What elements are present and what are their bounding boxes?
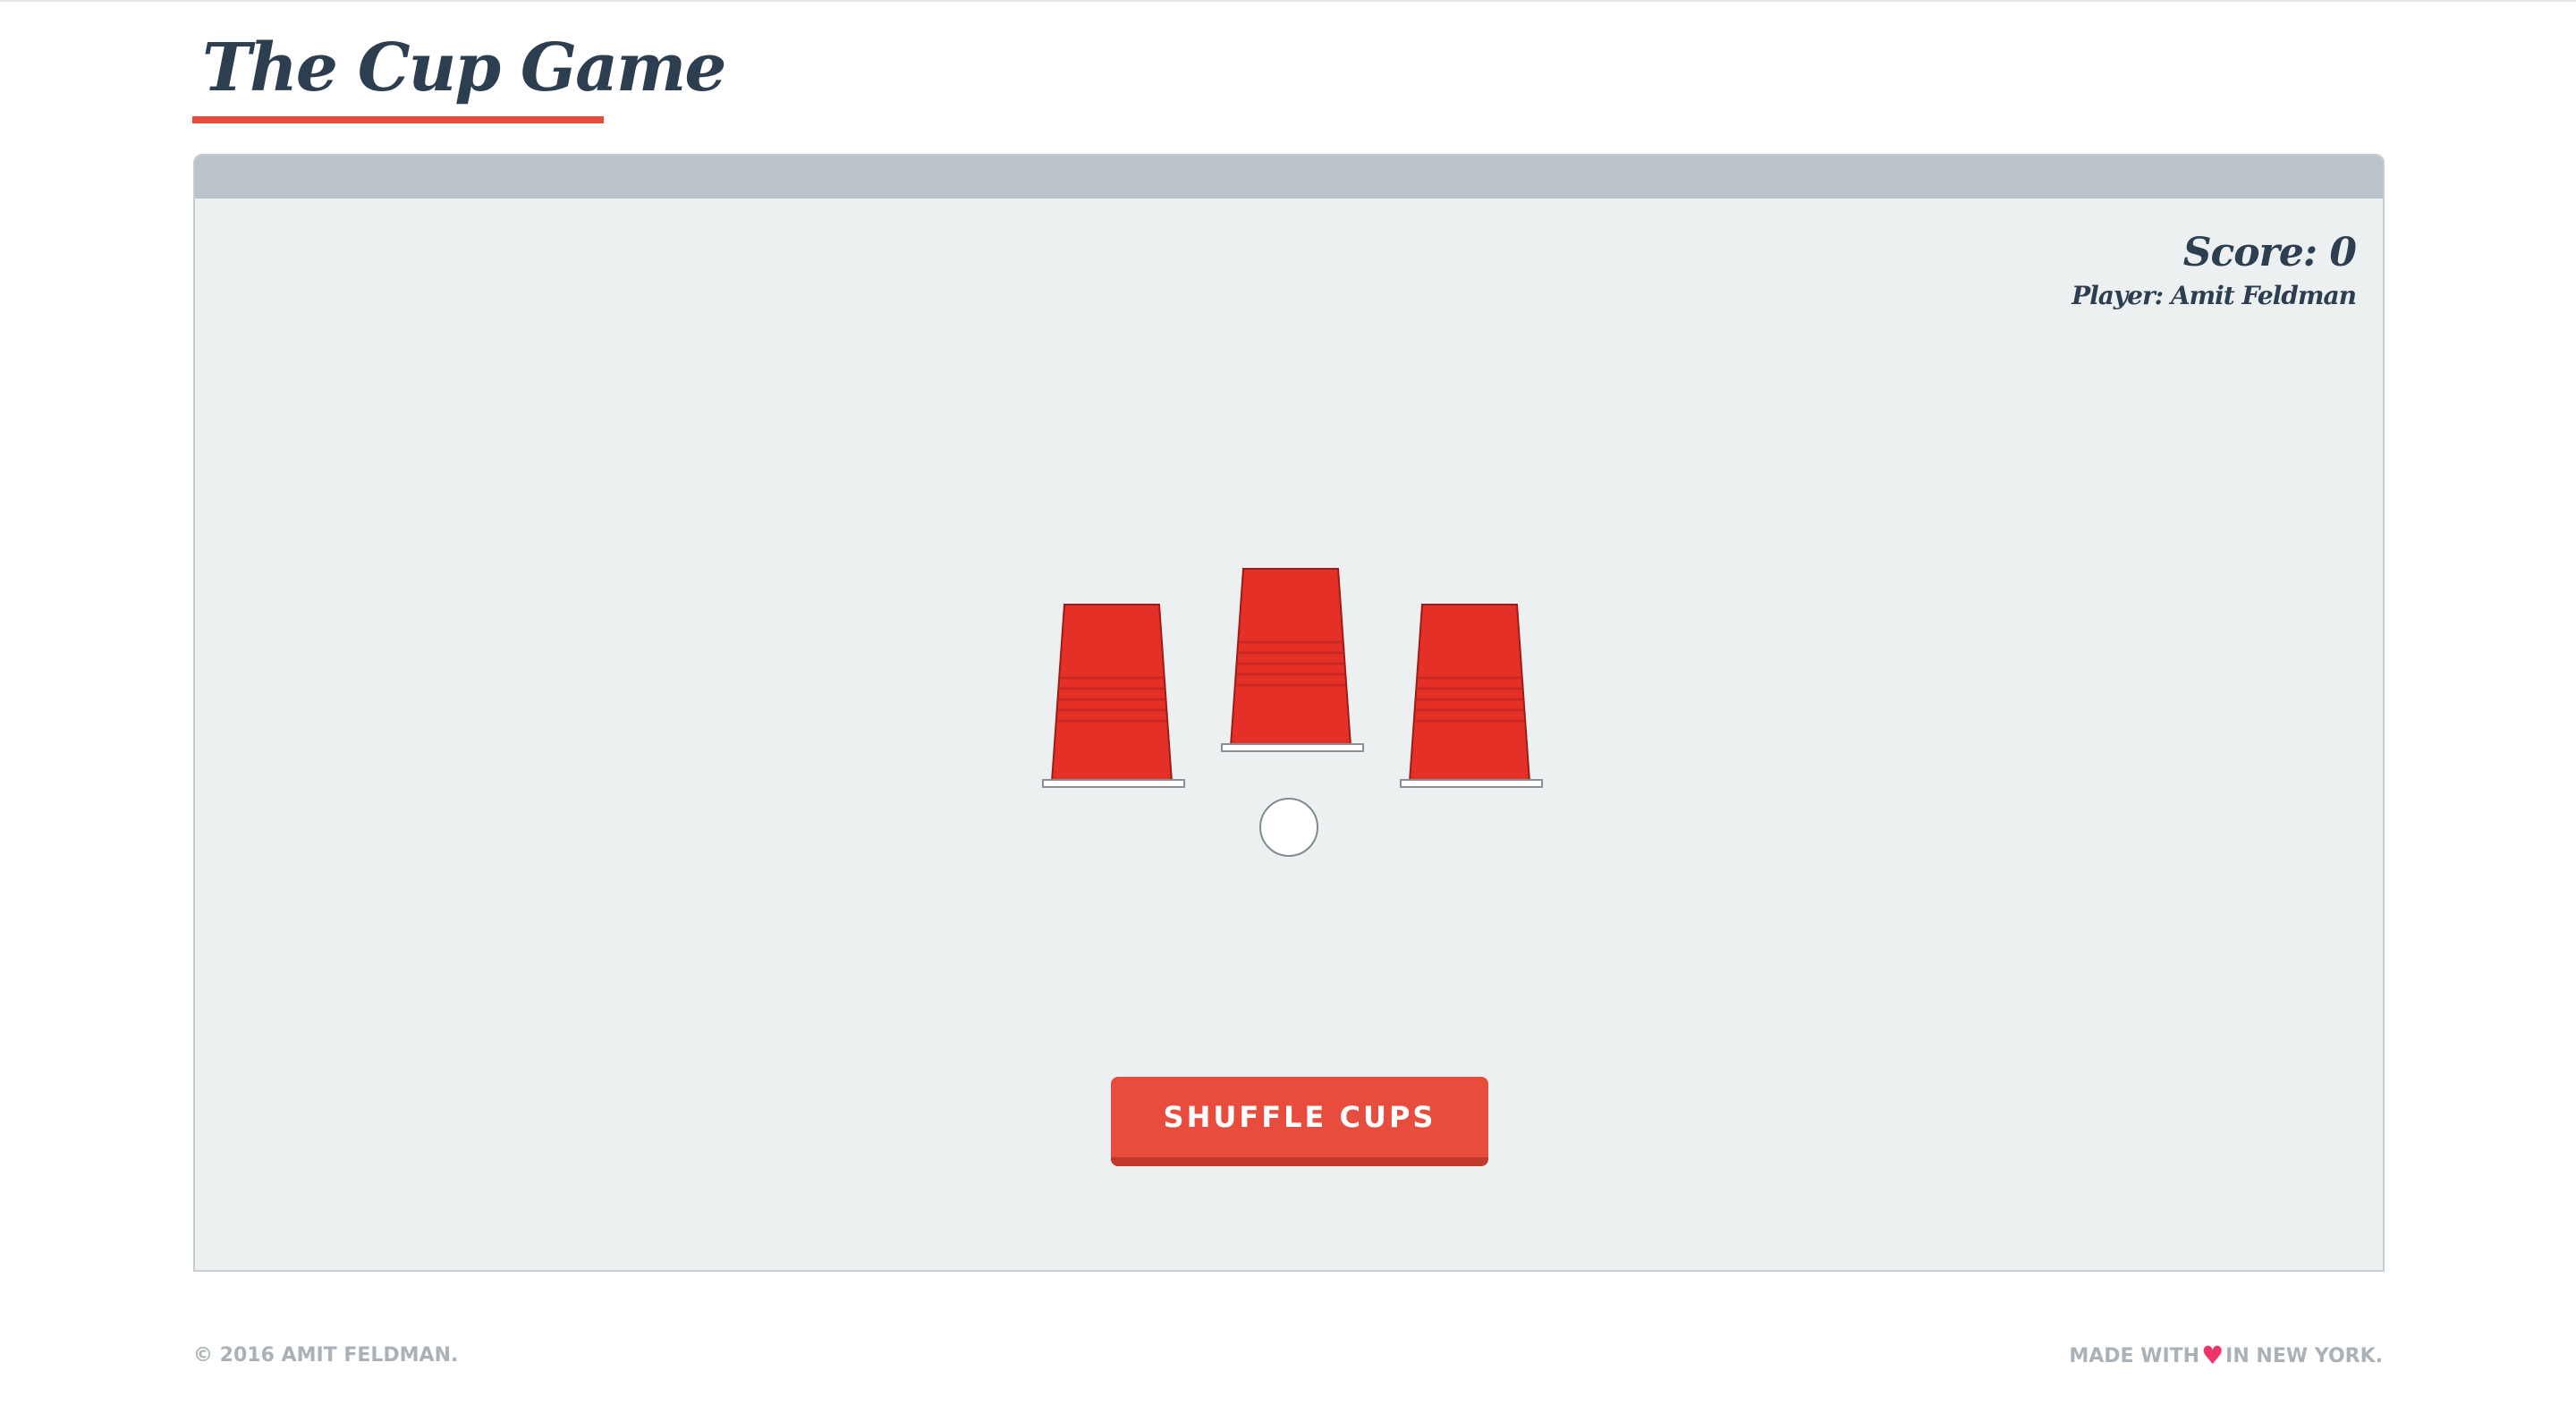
footer-location: IN NEW YORK. — [2225, 1345, 2383, 1367]
cup-right[interactable] — [1397, 601, 1546, 792]
score-panel: Score: 0 Player: Amit Feldman — [2072, 227, 2357, 313]
top-border — [0, 0, 2576, 2]
shuffle-cups-button[interactable]: SHUFFLE CUPS — [1111, 1077, 1488, 1166]
cup-left[interactable] — [1039, 601, 1188, 792]
footer-copyright: © 2016 AMIT FELDMAN. — [193, 1344, 459, 1367]
score-display: Score: 0 — [2182, 230, 2357, 275]
game-board-header — [195, 156, 2383, 199]
page-title: The Cup Game — [202, 30, 726, 106]
title-underline — [192, 116, 604, 123]
heart-icon: ♥ — [2201, 1341, 2224, 1370]
ball — [1259, 798, 1318, 857]
footer-credit: MADE WITH♥IN NEW YORK. — [2069, 1342, 2383, 1371]
game-board: Score: 0 Player: Amit Feldman SHUFFLE CU… — [193, 154, 2385, 1272]
cup-middle[interactable] — [1218, 565, 1367, 757]
player-name: Player: Amit Feldman — [2072, 281, 2357, 310]
footer-made-with: MADE WITH — [2069, 1345, 2200, 1367]
